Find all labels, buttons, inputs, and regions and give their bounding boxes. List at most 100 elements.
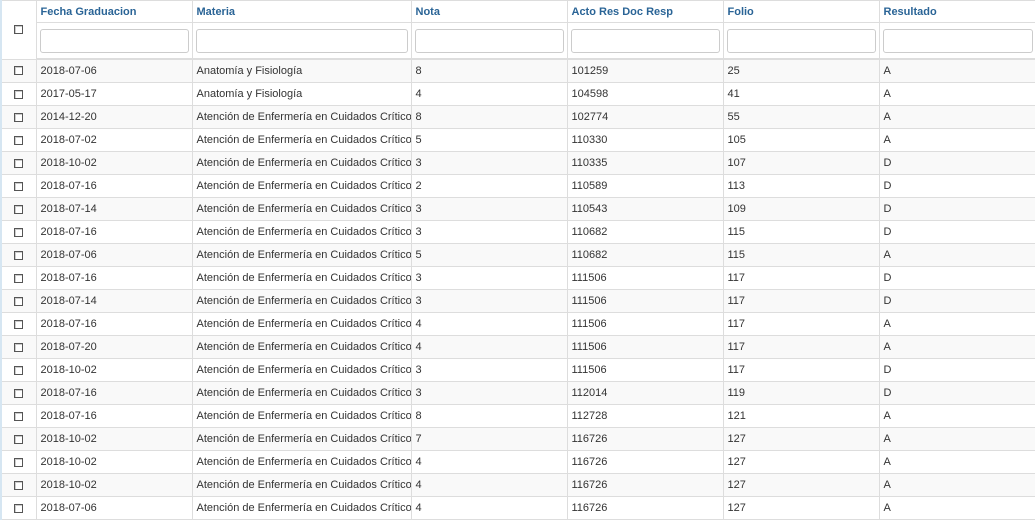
cell-nota: 3 bbox=[410, 381, 568, 405]
column-header-nota[interactable]: Nota bbox=[410, 0, 568, 23]
cell-nota: 4 bbox=[410, 450, 568, 474]
row-select-cell bbox=[0, 312, 37, 336]
cell-materia: Atención de Enfermería en Cuidados Críti… bbox=[191, 197, 412, 221]
cell-resultado: D bbox=[878, 289, 1035, 313]
cell-fecha-graduacion: 2014-12-20 bbox=[35, 105, 193, 129]
table-row[interactable]: 2018-07-16 Atención de Enfermería en Cuid… bbox=[0, 266, 1035, 290]
cell-acto-res-doc-resp: 116726 bbox=[566, 496, 724, 520]
column-header-materia[interactable]: Materia bbox=[191, 0, 412, 23]
cell-fecha-graduacion: 2018-07-16 bbox=[35, 312, 193, 336]
cell-materia: Atención de Enfermería en Cuidados Críti… bbox=[191, 450, 412, 474]
cell-acto-res-doc-resp: 111506 bbox=[566, 358, 724, 382]
row-checkbox[interactable] bbox=[14, 503, 24, 513]
cell-nota: 3 bbox=[410, 266, 568, 290]
row-select-cell bbox=[0, 496, 37, 520]
column-header-acto-res-doc-resp[interactable]: Acto Res Doc Resp bbox=[566, 0, 724, 23]
row-checkbox[interactable] bbox=[14, 181, 24, 191]
cell-acto-res-doc-resp: 116726 bbox=[566, 427, 724, 451]
filter-nota-input[interactable] bbox=[414, 28, 564, 53]
column-header-resultado[interactable]: Resultado bbox=[878, 0, 1035, 23]
table-row[interactable]: 2018-07-06 Anatomía y Fisiología 8 101259 25… bbox=[0, 58, 1035, 83]
row-checkbox[interactable] bbox=[14, 135, 24, 145]
row-checkbox[interactable] bbox=[14, 480, 24, 490]
table-row[interactable]: 2018-07-14 Atención de Enfermería en Cuid… bbox=[0, 197, 1035, 221]
filter-acto-res-doc-resp-input[interactable] bbox=[570, 28, 720, 53]
cell-folio: 115 bbox=[722, 243, 880, 267]
header-row: Fecha Graduacion Materia Nota Acto Res D… bbox=[0, 0, 1035, 60]
cell-nota: 3 bbox=[410, 289, 568, 313]
row-select-cell bbox=[0, 381, 37, 405]
filter-fecha-graduacion-input[interactable] bbox=[39, 28, 189, 53]
cell-materia: Atención de Enfermería en Cuidados Críti… bbox=[191, 289, 412, 313]
table-row[interactable]: 2018-07-16 Atención de Enfermería en Cuid… bbox=[0, 220, 1035, 244]
row-checkbox[interactable] bbox=[14, 89, 24, 99]
table-row[interactable]: 2018-07-16 Atención de Enfermería en Cuid… bbox=[0, 404, 1035, 428]
table-row[interactable]: 2018-10-02 Atención de Enfermería en Cuid… bbox=[0, 151, 1035, 175]
cell-materia: Atención de Enfermería en Cuidados Críti… bbox=[191, 105, 412, 129]
cell-folio: 55 bbox=[722, 105, 880, 129]
cell-nota: 8 bbox=[410, 58, 568, 83]
table-row[interactable]: 2014-12-20 Atención de Enfermería en Cuid… bbox=[0, 105, 1035, 129]
row-checkbox[interactable] bbox=[14, 273, 24, 283]
cell-materia: Atención de Enfermería en Cuidados Críti… bbox=[191, 174, 412, 198]
cell-nota: 3 bbox=[410, 220, 568, 244]
row-checkbox[interactable] bbox=[14, 204, 24, 214]
cell-resultado: A bbox=[878, 243, 1035, 267]
table-row[interactable]: 2018-10-02 Atención de Enfermería en Cuid… bbox=[0, 427, 1035, 451]
cell-resultado: A bbox=[878, 450, 1035, 474]
table-row[interactable]: 2018-07-06 Atención de Enfermería en Cuid… bbox=[0, 243, 1035, 267]
cell-nota: 2 bbox=[410, 174, 568, 198]
row-checkbox[interactable] bbox=[14, 319, 24, 329]
row-checkbox[interactable] bbox=[14, 411, 24, 421]
table-row[interactable]: 2018-07-06 Atención de Enfermería en Cuid… bbox=[0, 496, 1035, 520]
grades-table: Fecha Graduacion Materia Nota Acto Res D… bbox=[0, 0, 1035, 520]
table-row[interactable]: 2018-07-16 Atención de Enfermería en Cuid… bbox=[0, 381, 1035, 405]
filter-materia-input[interactable] bbox=[195, 28, 408, 53]
table-row[interactable]: 2017-05-17 Anatomía y Fisiología 4 104598 41… bbox=[0, 82, 1035, 106]
cell-folio: 41 bbox=[722, 82, 880, 106]
cell-fecha-graduacion: 2018-07-14 bbox=[35, 289, 193, 313]
cell-fecha-graduacion: 2018-07-20 bbox=[35, 335, 193, 359]
table-row[interactable]: 2018-07-14 Atención de Enfermería en Cuid… bbox=[0, 289, 1035, 313]
row-checkbox[interactable] bbox=[14, 112, 24, 122]
row-select-cell bbox=[0, 427, 37, 451]
row-select-cell bbox=[0, 266, 37, 290]
cell-resultado: D bbox=[878, 358, 1035, 382]
column-header-folio[interactable]: Folio bbox=[722, 0, 880, 23]
cell-folio: 117 bbox=[722, 358, 880, 382]
filter-folio-input[interactable] bbox=[726, 28, 876, 53]
select-all-checkbox[interactable] bbox=[14, 25, 24, 35]
row-select-cell bbox=[0, 58, 37, 83]
table-row[interactable]: 2018-10-02 Atención de Enfermería en Cuid… bbox=[0, 358, 1035, 382]
table-row[interactable]: 2018-07-20 Atención de Enfermería en Cuid… bbox=[0, 335, 1035, 359]
cell-materia: Anatomía y Fisiología bbox=[191, 58, 412, 83]
row-checkbox[interactable] bbox=[14, 250, 24, 260]
filter-resultado-input[interactable] bbox=[882, 28, 1033, 53]
row-checkbox[interactable] bbox=[14, 388, 24, 398]
row-checkbox[interactable] bbox=[14, 434, 24, 444]
cell-acto-res-doc-resp: 112728 bbox=[566, 404, 724, 428]
row-checkbox[interactable] bbox=[14, 457, 24, 467]
cell-resultado: D bbox=[878, 151, 1035, 175]
cell-acto-res-doc-resp: 104598 bbox=[566, 82, 724, 106]
table-row[interactable]: 2018-07-02 Atención de Enfermería en Cuid… bbox=[0, 128, 1035, 152]
cell-fecha-graduacion: 2018-10-02 bbox=[35, 427, 193, 451]
cell-materia: Atención de Enfermería en Cuidados Críti… bbox=[191, 381, 412, 405]
cell-materia: Atención de Enfermería en Cuidados Críti… bbox=[191, 404, 412, 428]
table-row[interactable]: 2018-07-16 Atención de Enfermería en Cuid… bbox=[0, 174, 1035, 198]
row-checkbox[interactable] bbox=[14, 66, 24, 76]
table-row[interactable]: 2018-10-02 Atención de Enfermería en Cuid… bbox=[0, 473, 1035, 497]
row-checkbox[interactable] bbox=[14, 365, 24, 375]
row-checkbox[interactable] bbox=[14, 227, 24, 237]
column-header-fecha-graduacion[interactable]: Fecha Graduacion bbox=[35, 0, 193, 23]
table-row[interactable]: 2018-07-16 Atención de Enfermería en Cuid… bbox=[0, 312, 1035, 336]
cell-folio: 105 bbox=[722, 128, 880, 152]
table-row[interactable]: 2018-10-02 Atención de Enfermería en Cuid… bbox=[0, 450, 1035, 474]
cell-materia: Atención de Enfermería en Cuidados Críti… bbox=[191, 358, 412, 382]
row-checkbox[interactable] bbox=[14, 342, 24, 352]
row-checkbox[interactable] bbox=[14, 158, 24, 168]
cell-nota: 4 bbox=[410, 496, 568, 520]
cell-folio: 113 bbox=[722, 174, 880, 198]
cell-fecha-graduacion: 2018-07-16 bbox=[35, 381, 193, 405]
row-checkbox[interactable] bbox=[14, 296, 24, 306]
